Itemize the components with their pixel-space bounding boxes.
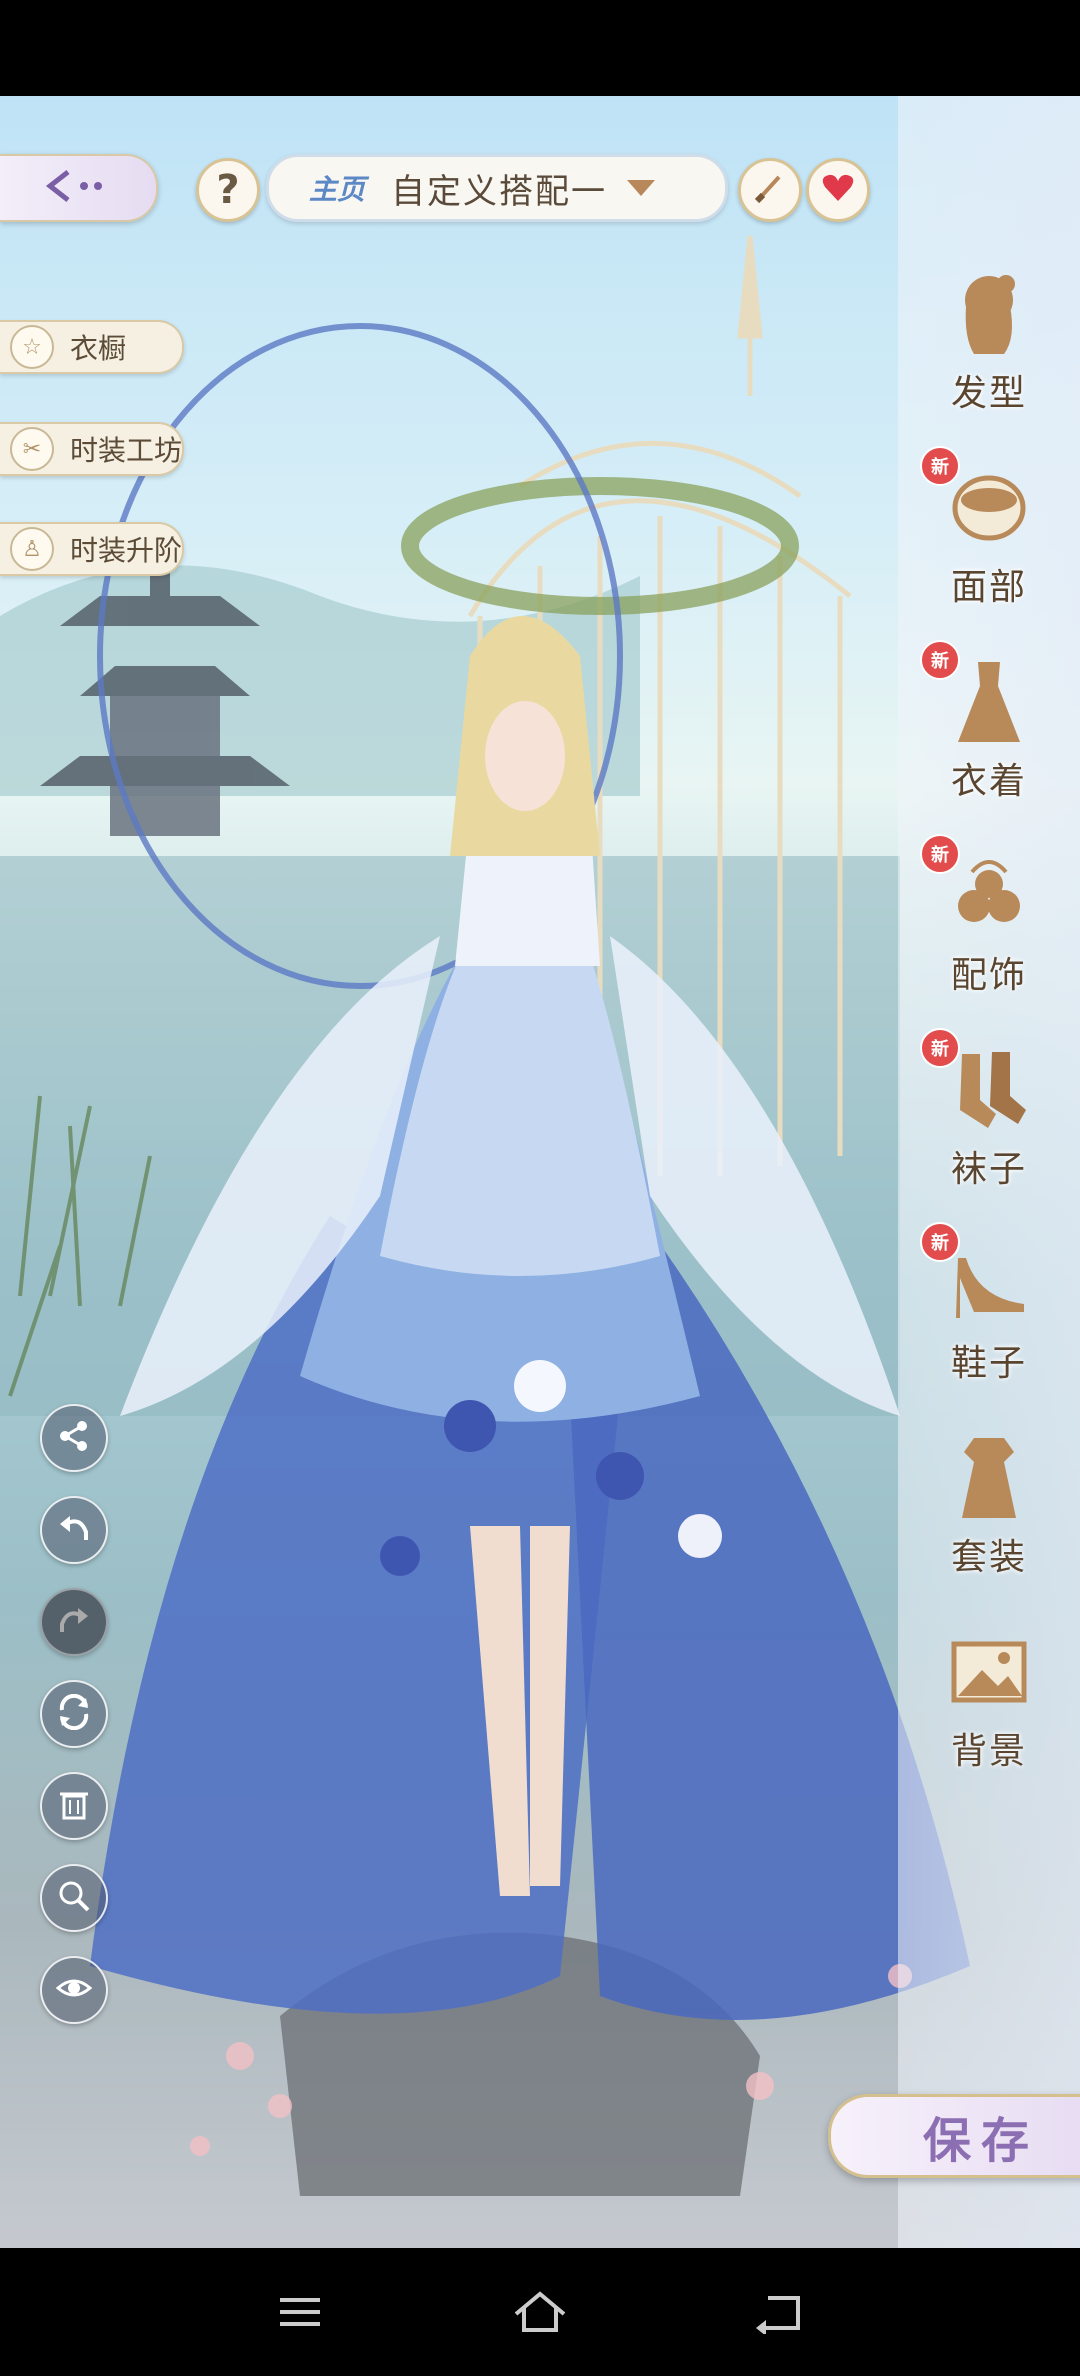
background-icon: [934, 1616, 1044, 1726]
workshop-button[interactable]: ✂ 时装工坊: [0, 422, 184, 476]
outfit-name: 自定义搭配一: [391, 171, 608, 212]
save-label: 保存: [922, 2113, 1039, 2169]
category-background[interactable]: 背景: [898, 1604, 1080, 1794]
category-accessory[interactable]: 新 配饰: [898, 828, 1080, 1018]
category-label: 鞋子: [950, 1343, 1027, 1384]
wardrobe-label: 衣橱: [70, 332, 127, 365]
back-button[interactable]: [0, 154, 158, 222]
outfit-selector[interactable]: 主页 自定义搭配一: [266, 154, 728, 222]
eye-icon: [55, 1970, 93, 2010]
category-label: 套装: [950, 1537, 1027, 1578]
undo-icon: [56, 1510, 92, 1550]
category-label: 袜子: [950, 1149, 1027, 1190]
category-label: 配饰: [950, 955, 1027, 996]
upgrade-button[interactable]: ♙ 时装升阶: [0, 522, 184, 576]
hairstyle-icon: [934, 258, 1044, 368]
system-nav-bar: [0, 2248, 1080, 2376]
status-bar: [0, 0, 1080, 96]
back-nav-icon: [754, 2290, 806, 2338]
menu-icon: [276, 2292, 324, 2336]
share-button[interactable]: [40, 1404, 108, 1472]
favorite-button[interactable]: [806, 158, 870, 222]
undo-button[interactable]: [40, 1496, 108, 1564]
new-badge: 新: [920, 1028, 960, 1068]
workshop-label: 时装工坊: [70, 434, 183, 467]
category-face[interactable]: 新 面部: [898, 440, 1080, 630]
outfit-tag: 主页: [309, 173, 366, 206]
new-badge: 新: [920, 1222, 960, 1262]
brush-icon: [753, 171, 787, 209]
redo-button[interactable]: [40, 1588, 108, 1656]
category-hairstyle[interactable]: 发型: [898, 246, 1080, 436]
magnifier-icon: [56, 1878, 92, 1918]
category-shoes[interactable]: 新 鞋子: [898, 1216, 1080, 1406]
view-button[interactable]: [40, 1956, 108, 2024]
zoom-button[interactable]: [40, 1864, 108, 1932]
outfit-set-icon: [934, 1422, 1044, 1532]
back-arrow-icon: [38, 166, 118, 210]
save-button[interactable]: 保存: [828, 2094, 1080, 2178]
new-badge: 新: [920, 640, 960, 680]
category-label: 发型: [950, 373, 1027, 414]
category-clothing[interactable]: 新 衣着: [898, 634, 1080, 824]
home-icon: [512, 2290, 568, 2338]
game-scene: ? 主页 自定义搭配一 ☆ 衣橱 ✂ 时装工坊 ♙ 时装升阶 发型 新 面部 新…: [0, 96, 1080, 2248]
new-badge: 新: [920, 446, 960, 486]
category-label: 衣着: [950, 761, 1027, 802]
trash-icon: [56, 1786, 92, 1826]
dropdown-arrow-icon: [627, 180, 656, 196]
upgrade-label: 时装升阶: [70, 534, 183, 567]
home-nav-button[interactable]: [510, 2284, 570, 2344]
share-icon: [56, 1418, 92, 1458]
wardrobe-button[interactable]: ☆ 衣橱: [0, 320, 184, 374]
back-nav-button[interactable]: [750, 2284, 810, 2344]
redo-icon: [56, 1602, 92, 1642]
edit-button[interactable]: [738, 158, 802, 222]
category-label: 背景: [950, 1731, 1027, 1772]
reset-button[interactable]: [40, 1680, 108, 1748]
sewing-machine-icon: ✂: [10, 427, 54, 471]
heart-icon: [821, 173, 855, 207]
category-socks[interactable]: 新 袜子: [898, 1022, 1080, 1212]
new-badge: 新: [920, 834, 960, 874]
category-label: 面部: [950, 567, 1027, 608]
star-icon: ☆: [10, 325, 54, 369]
menu-nav-button[interactable]: [270, 2284, 330, 2344]
category-outfit-set[interactable]: 套装: [898, 1410, 1080, 1600]
delete-button[interactable]: [40, 1772, 108, 1840]
help-button[interactable]: ?: [196, 158, 260, 222]
reset-icon: [56, 1693, 92, 1734]
mannequin-icon: ♙: [10, 527, 54, 571]
